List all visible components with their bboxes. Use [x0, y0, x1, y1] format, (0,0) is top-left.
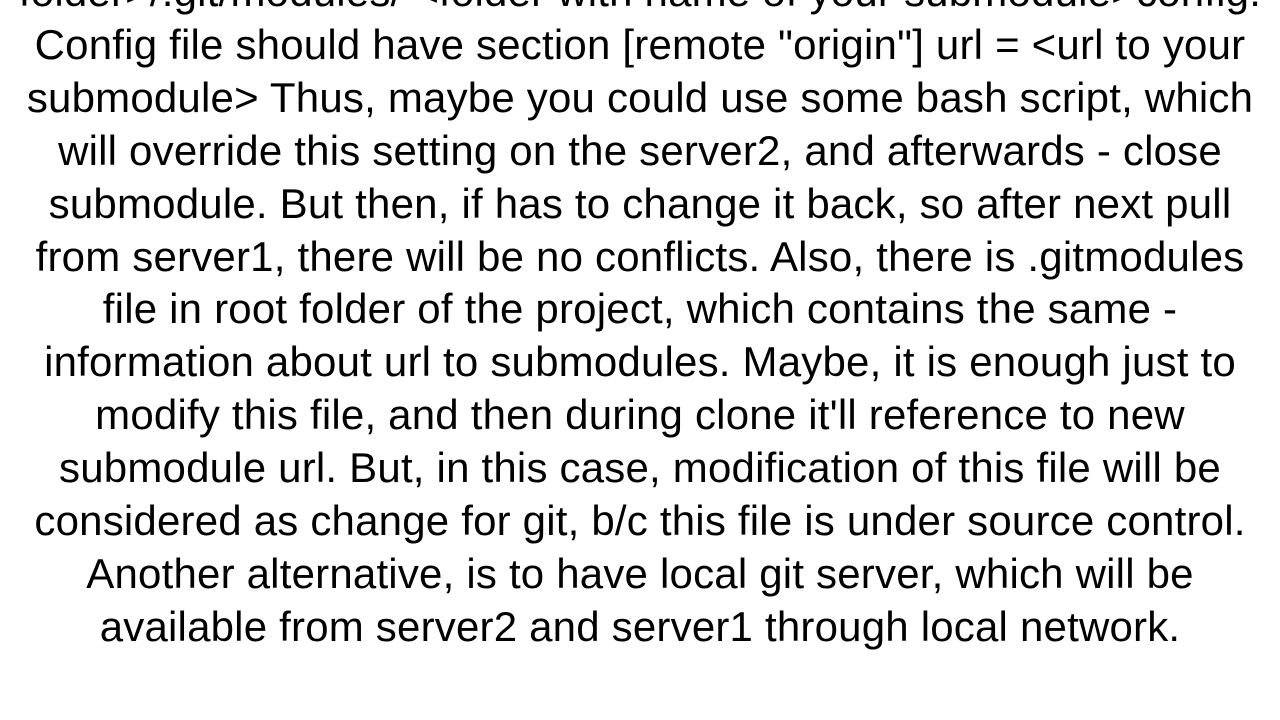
document-page: folder>/.git/modules/ <folder with name … — [0, 0, 1280, 720]
body-paragraph: folder>/.git/modules/ <folder with name … — [12, 0, 1268, 654]
